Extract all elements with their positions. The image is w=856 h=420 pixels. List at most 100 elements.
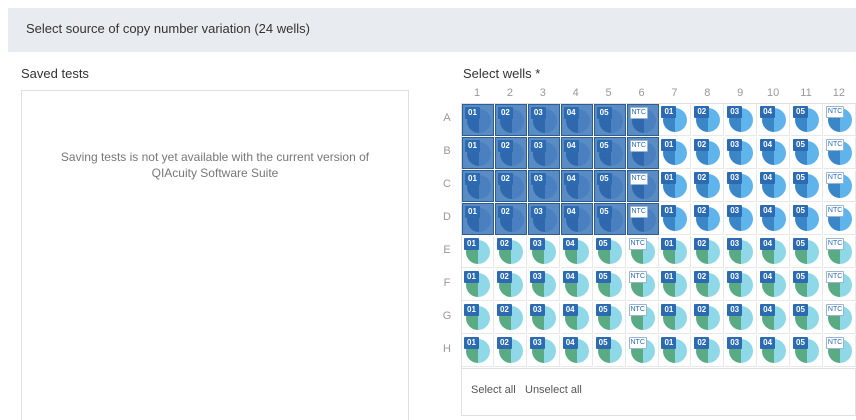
well-E2[interactable]: 02 xyxy=(494,236,527,268)
column-label-2[interactable]: 2 xyxy=(494,87,526,99)
well-B11[interactable]: 05 xyxy=(791,137,823,169)
well-B3[interactable]: 03 xyxy=(527,137,560,169)
column-label-6[interactable]: 6 xyxy=(626,87,658,99)
row-label-F[interactable]: F xyxy=(440,277,454,289)
well-F1[interactable]: 01 xyxy=(462,269,494,301)
well-H5[interactable]: 05 xyxy=(593,335,626,367)
well-E7[interactable]: 01 xyxy=(659,236,692,268)
well-A10[interactable]: 04 xyxy=(758,104,791,136)
unselect-all-link[interactable]: Unselect all xyxy=(525,384,582,396)
well-E12[interactable]: NTC xyxy=(823,236,856,268)
well-E1[interactable]: 01 xyxy=(462,236,494,268)
well-G9[interactable]: 03 xyxy=(725,302,758,334)
well-F6[interactable]: NTC xyxy=(626,269,659,301)
well-G5[interactable]: 05 xyxy=(593,302,626,334)
well-A12[interactable]: NTC xyxy=(823,104,856,136)
well-F10[interactable]: 04 xyxy=(758,269,791,301)
row-label-D[interactable]: D xyxy=(440,211,454,223)
well-D12[interactable]: NTC xyxy=(823,203,856,235)
well-C8[interactable]: 02 xyxy=(692,170,725,202)
column-label-1[interactable]: 1 xyxy=(461,87,493,99)
well-G1[interactable]: 01 xyxy=(462,302,494,334)
well-C10[interactable]: 04 xyxy=(758,170,791,202)
well-G10[interactable]: 04 xyxy=(758,302,791,334)
well-C11[interactable]: 05 xyxy=(791,170,823,202)
well-H6[interactable]: NTC xyxy=(626,335,659,367)
well-F11[interactable]: 05 xyxy=(791,269,823,301)
well-B9[interactable]: 03 xyxy=(725,137,758,169)
well-E9[interactable]: 03 xyxy=(725,236,758,268)
well-A4[interactable]: 04 xyxy=(560,104,593,136)
well-G4[interactable]: 04 xyxy=(560,302,593,334)
column-label-7[interactable]: 7 xyxy=(658,87,690,99)
well-A11[interactable]: 05 xyxy=(791,104,823,136)
well-D5[interactable]: 05 xyxy=(593,203,626,235)
well-G7[interactable]: 01 xyxy=(659,302,692,334)
well-C5[interactable]: 05 xyxy=(593,170,626,202)
well-E5[interactable]: 05 xyxy=(593,236,626,268)
well-A8[interactable]: 02 xyxy=(692,104,725,136)
well-H12[interactable]: NTC xyxy=(823,335,856,367)
well-E11[interactable]: 05 xyxy=(791,236,823,268)
well-A2[interactable]: 02 xyxy=(494,104,527,136)
well-B6[interactable]: NTC xyxy=(626,137,659,169)
well-B4[interactable]: 04 xyxy=(560,137,593,169)
well-C6[interactable]: NTC xyxy=(626,170,659,202)
well-F9[interactable]: 03 xyxy=(725,269,758,301)
well-A7[interactable]: 01 xyxy=(659,104,692,136)
well-F8[interactable]: 02 xyxy=(692,269,725,301)
well-G12[interactable]: NTC xyxy=(823,302,856,334)
well-G3[interactable]: 03 xyxy=(527,302,560,334)
row-label-B[interactable]: B xyxy=(440,145,454,157)
well-H4[interactable]: 04 xyxy=(560,335,593,367)
well-F2[interactable]: 02 xyxy=(494,269,527,301)
well-E4[interactable]: 04 xyxy=(560,236,593,268)
well-F3[interactable]: 03 xyxy=(527,269,560,301)
column-label-9[interactable]: 9 xyxy=(724,87,756,99)
row-label-C[interactable]: C xyxy=(440,178,454,190)
column-label-10[interactable]: 10 xyxy=(757,87,789,99)
well-A6[interactable]: NTC xyxy=(626,104,659,136)
well-H1[interactable]: 01 xyxy=(462,335,494,367)
well-G2[interactable]: 02 xyxy=(494,302,527,334)
well-D1[interactable]: 01 xyxy=(462,203,494,235)
well-D2[interactable]: 02 xyxy=(494,203,527,235)
row-label-E[interactable]: E xyxy=(440,244,454,256)
well-F7[interactable]: 01 xyxy=(659,269,692,301)
well-D7[interactable]: 01 xyxy=(659,203,692,235)
well-E8[interactable]: 02 xyxy=(692,236,725,268)
well-C1[interactable]: 01 xyxy=(462,170,494,202)
column-label-11[interactable]: 11 xyxy=(790,87,822,99)
column-label-12[interactable]: 12 xyxy=(823,87,855,99)
well-F5[interactable]: 05 xyxy=(593,269,626,301)
well-H3[interactable]: 03 xyxy=(527,335,560,367)
well-B2[interactable]: 02 xyxy=(494,137,527,169)
well-D8[interactable]: 02 xyxy=(692,203,725,235)
well-D4[interactable]: 04 xyxy=(560,203,593,235)
select-all-link[interactable]: Select all xyxy=(471,384,516,396)
well-B5[interactable]: 05 xyxy=(593,137,626,169)
well-D6[interactable]: NTC xyxy=(626,203,659,235)
well-A9[interactable]: 03 xyxy=(725,104,758,136)
well-H9[interactable]: 03 xyxy=(725,335,758,367)
column-label-3[interactable]: 3 xyxy=(527,87,559,99)
well-B12[interactable]: NTC xyxy=(823,137,856,169)
well-E6[interactable]: NTC xyxy=(626,236,659,268)
column-label-4[interactable]: 4 xyxy=(560,87,592,99)
well-H10[interactable]: 04 xyxy=(758,335,791,367)
column-label-5[interactable]: 5 xyxy=(593,87,625,99)
well-G6[interactable]: NTC xyxy=(626,302,659,334)
well-D11[interactable]: 05 xyxy=(791,203,823,235)
well-B7[interactable]: 01 xyxy=(659,137,692,169)
well-A3[interactable]: 03 xyxy=(527,104,560,136)
well-H7[interactable]: 01 xyxy=(659,335,692,367)
well-D10[interactable]: 04 xyxy=(758,203,791,235)
well-A5[interactable]: 05 xyxy=(593,104,626,136)
row-label-A[interactable]: A xyxy=(440,112,454,124)
well-C12[interactable]: NTC xyxy=(823,170,856,202)
well-D9[interactable]: 03 xyxy=(725,203,758,235)
row-label-H[interactable]: H xyxy=(440,343,454,355)
row-label-G[interactable]: G xyxy=(440,310,454,322)
well-C9[interactable]: 03 xyxy=(725,170,758,202)
well-F4[interactable]: 04 xyxy=(560,269,593,301)
